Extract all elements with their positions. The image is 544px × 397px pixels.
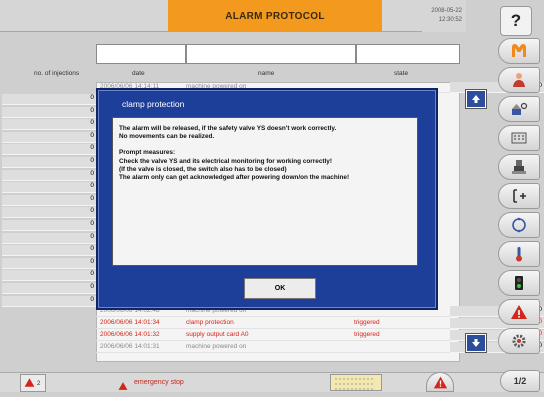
scroll-up-button[interactable] — [465, 89, 487, 109]
keyboard-button[interactable] — [498, 125, 540, 151]
row-number: 0 — [2, 257, 96, 269]
dialog-title: clamp protection — [122, 99, 185, 109]
row-number: 0 — [2, 131, 96, 143]
temperature-button[interactable] — [498, 241, 540, 267]
row-state: triggered — [354, 319, 380, 326]
io-status-button[interactable] — [498, 270, 540, 296]
emergency-icon — [118, 378, 128, 390]
page-title: ALARM PROTOCOL — [168, 0, 382, 32]
status-bar — [0, 372, 544, 392]
row-number: 0 — [2, 220, 96, 231]
row-number: 0 — [2, 194, 96, 206]
column-header-state: state — [394, 70, 409, 77]
operator-button[interactable] — [498, 67, 540, 93]
alarm-dialog: clamp protection The alarm will be relea… — [96, 88, 438, 310]
row-date: 2006/06/06 14:01:32 — [100, 331, 160, 338]
message-line-2: No movements can be realized. — [119, 133, 215, 141]
mold-button[interactable] — [498, 96, 540, 122]
m-logo-button[interactable] — [498, 38, 540, 64]
alarm-count: 2 — [37, 381, 41, 387]
measure-line-3: The alarm only can get acknowledged afte… — [119, 174, 350, 182]
row-name: clamp protection — [186, 319, 234, 326]
row-number: 0 — [2, 295, 96, 307]
column-header-name: name — [258, 70, 275, 77]
row-number: 0 — [2, 232, 96, 244]
ejector-icon — [513, 189, 526, 203]
alarm-button[interactable] — [498, 299, 540, 325]
table-row[interactable]: 2006/06/06 14:01:32 supply output card A… — [96, 330, 460, 341]
column-header-date: date — [132, 70, 145, 77]
row-number: 0 — [2, 119, 96, 131]
arrow-up-icon — [472, 95, 480, 103]
measure-line-1: Check the valve YS and its electrical mo… — [119, 157, 332, 165]
header-mid-field — [382, 0, 422, 32]
settings-button[interactable] — [498, 328, 540, 354]
settings-icon — [512, 334, 526, 348]
ok-button[interactable]: OK — [244, 278, 316, 299]
alarm-reset-button[interactable] — [426, 372, 454, 392]
io-status-icon — [515, 276, 523, 290]
alarm-count-button[interactable]: 2 — [20, 374, 46, 392]
message-line-1: The alarm will be released, if the safet… — [119, 125, 337, 132]
date-filter-field[interactable] — [96, 44, 186, 64]
alarm-icon — [511, 305, 527, 319]
datetime-display: 2008-05-22 12:30:52 — [422, 0, 466, 32]
row-number: 0 — [2, 169, 96, 181]
row-number: 0 — [2, 245, 96, 257]
name-filter-field[interactable] — [186, 44, 356, 64]
help-button[interactable]: ? — [500, 6, 532, 36]
row-number: 0 — [2, 94, 96, 105]
injection-count-column: 00000000000000000 — [0, 82, 96, 362]
cycle-button[interactable] — [498, 212, 540, 238]
injection-unit-button[interactable] — [498, 154, 540, 180]
mold-icon — [512, 102, 528, 115]
operator-icon — [513, 73, 525, 87]
table-row[interactable]: 2006/06/06 14:01:34 clamp protection tri… — [96, 318, 460, 329]
row-number: 0 — [2, 182, 96, 194]
state-filter-field[interactable] — [356, 44, 460, 64]
measure-line-2: (If the valve is closed, the switch also… — [119, 165, 287, 173]
emergency-stop-text: emergency stop — [134, 379, 184, 386]
ejector-button[interactable] — [498, 183, 540, 209]
keyboard-icon — [511, 132, 527, 144]
alarm-reset-icon — [433, 376, 448, 389]
scroll-down-button[interactable] — [465, 333, 487, 353]
column-header-injections: no. of injections — [34, 70, 80, 77]
row-name: supply output card A0 — [186, 331, 249, 338]
row-date: 2006/06/06 14:01:31 — [100, 343, 160, 350]
arrow-down-icon — [472, 339, 480, 347]
cycle-graph-icon — [330, 374, 382, 391]
row-number: 0 — [2, 144, 96, 156]
row-date: 2006/06/06 14:01:34 — [100, 319, 160, 326]
row-name: machine powered on — [186, 343, 247, 350]
table-row[interactable]: 2006/06/06 14:01:31 machine powered on — [96, 342, 460, 353]
warning-icon — [24, 378, 35, 387]
dialog-message: The alarm will be released, if the safet… — [112, 117, 418, 266]
header-left-field — [0, 0, 168, 32]
page-indicator-button[interactable]: 1/2 — [500, 370, 540, 392]
row-state: triggered — [354, 331, 380, 338]
time-text: 12:30:52 — [438, 17, 462, 23]
row-number: 0 — [2, 106, 96, 118]
measures-heading: Prompt measures: — [119, 149, 176, 157]
cycle-icon — [512, 217, 526, 233]
row-number: 0 — [2, 207, 96, 219]
injection-unit-icon — [512, 160, 526, 174]
m-logo-icon — [512, 44, 526, 57]
row-number: 0 — [2, 283, 96, 294]
row-number: 0 — [2, 157, 96, 168]
date-text: 2008-05-22 — [431, 8, 462, 14]
temperature-icon — [516, 247, 522, 262]
row-number: 0 — [2, 270, 96, 282]
